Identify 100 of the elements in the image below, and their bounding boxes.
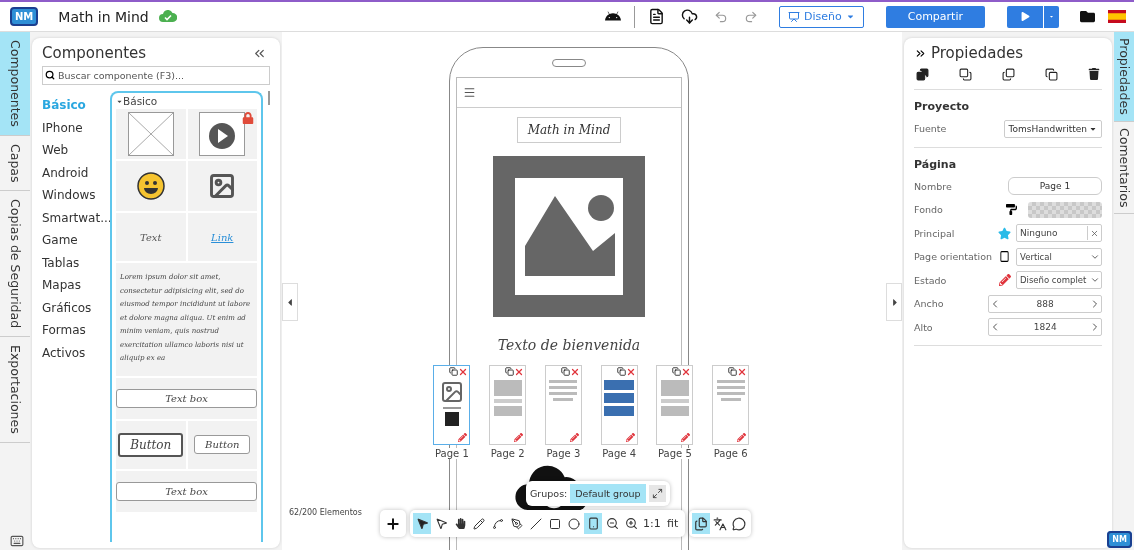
select-arrow-icon [415, 517, 429, 530]
select-arrow-tool[interactable] [413, 513, 431, 534]
font-select[interactable]: TomsHandwritten [1003, 119, 1102, 138]
share-button[interactable]: Compartir [885, 5, 985, 28]
bring-to-front-icon[interactable] [916, 68, 929, 81]
category-item[interactable]: Gráficos [42, 296, 110, 319]
close-icon [1090, 228, 1099, 238]
star-icon [998, 226, 1011, 240]
close-icon[interactable] [458, 367, 469, 377]
play-button[interactable] [1007, 5, 1043, 28]
phone-icon [586, 517, 600, 530]
zoom-reset-button[interactable]: 1:1 [641, 513, 663, 534]
category-item[interactable]: Game [42, 229, 110, 252]
copy-icon[interactable] [560, 367, 570, 377]
image-placeholder-icon[interactable] [127, 112, 174, 156]
cloud-download-icon [681, 8, 698, 25]
category-item[interactable]: Tablas [42, 251, 110, 274]
folder-icon [1080, 9, 1095, 24]
copy-icon[interactable] [449, 367, 459, 377]
button-component[interactable]: Button [118, 432, 184, 457]
group-title[interactable]: Básico [116, 95, 257, 107]
category-item[interactable]: Windows [42, 184, 110, 207]
side-tab[interactable]: Componentes [0, 32, 30, 136]
text-component[interactable]: Text [140, 231, 162, 243]
side-tab[interactable]: Propiedades [1114, 32, 1134, 122]
copy-icon[interactable] [505, 367, 515, 377]
page-thumbnail[interactable] [489, 365, 527, 445]
property-label: Ancho [914, 298, 945, 310]
close-icon[interactable] [737, 367, 748, 377]
curve-icon [492, 517, 504, 530]
expand-left-button[interactable] [282, 283, 298, 321]
color-swatch[interactable] [1028, 201, 1102, 218]
duplicate-icon[interactable] [1045, 68, 1058, 81]
side-tab[interactable]: Copias de Seguridad [0, 191, 30, 338]
category-item[interactable]: Activos [42, 341, 110, 364]
close-icon[interactable] [625, 367, 636, 377]
copy-icon[interactable] [672, 367, 682, 377]
image-icon[interactable] [208, 172, 237, 200]
design-button[interactable]: Diseño [779, 5, 864, 28]
status-dropdown[interactable]: Diseño complet [1016, 271, 1102, 290]
pencil-icon [514, 433, 524, 442]
search-field[interactable]: Buscar componente (F3)... [42, 66, 270, 85]
zoom-out-icon [605, 517, 619, 530]
page-preview-drawing [493, 380, 522, 416]
circle-icon [568, 517, 580, 530]
text-box-component[interactable]: Text box [116, 481, 257, 501]
send-backward-icon[interactable] [1002, 68, 1015, 81]
text-box-component[interactable]: Text box [116, 388, 257, 408]
master-field[interactable]: Ninguno [1016, 224, 1102, 243]
category-item[interactable]: Smartwat... [42, 206, 110, 229]
spain-flag-icon[interactable] [1108, 10, 1126, 23]
rectangle-icon [549, 517, 561, 530]
keyboard-icon[interactable] [10, 534, 24, 548]
pencil-icon [625, 433, 635, 442]
hamburger-menu-icon[interactable] [463, 86, 476, 99]
page-thumbnail[interactable] [600, 365, 638, 445]
category-item[interactable]: IPhone [42, 116, 110, 139]
property-label: Fuente [914, 123, 948, 135]
name-field[interactable]: Page 1 [1008, 177, 1102, 196]
orientation-dropdown[interactable]: Vertical [1016, 247, 1102, 266]
category-item[interactable]: Mapas [42, 274, 110, 297]
close-icon[interactable] [514, 367, 525, 377]
pages-tool[interactable] [691, 513, 710, 534]
category-item[interactable]: Formas [42, 319, 110, 342]
side-tab[interactable]: Exportaciones [0, 337, 30, 444]
zoom-fit-button[interactable]: fit [663, 513, 682, 534]
page-thumbnail[interactable] [433, 365, 471, 445]
folder-button[interactable] [1077, 9, 1098, 24]
expand-button[interactable] [648, 485, 666, 502]
copy-icon[interactable] [728, 367, 738, 377]
close-icon[interactable] [681, 367, 692, 377]
side-tab[interactable]: Comentarios [1114, 121, 1134, 215]
expand-right-button[interactable] [886, 283, 902, 321]
trash-icon[interactable] [1088, 68, 1100, 81]
play-dropdown[interactable] [1043, 5, 1059, 28]
element-count: 62/200 Elementos [289, 508, 362, 517]
phone-tool[interactable] [584, 513, 602, 534]
video-player-icon[interactable] [199, 112, 246, 156]
category-item[interactable]: Web [42, 139, 110, 162]
close-icon[interactable] [569, 367, 580, 377]
caret-icon [845, 12, 855, 21]
bring-forward-icon[interactable] [959, 68, 972, 81]
panel-title: Componentes [42, 44, 147, 62]
redo-icon [744, 9, 758, 24]
category-item[interactable]: Android [42, 161, 110, 184]
project-title: Math in Mind [58, 8, 149, 25]
cloud-check-icon [158, 10, 177, 23]
page-thumbnail[interactable] [712, 365, 750, 445]
page-thumbnail[interactable] [656, 365, 694, 445]
button-component[interactable]: Button [194, 435, 251, 454]
side-tab[interactable]: Capas [0, 135, 30, 192]
page-thumbnail[interactable] [544, 365, 582, 445]
app-logo: NM [10, 7, 39, 26]
line-icon [530, 517, 542, 530]
pointer-icon [434, 517, 448, 530]
copy-icon[interactable] [616, 367, 626, 377]
group-button[interactable]: Default group [570, 484, 646, 503]
page-preview-drawing [549, 380, 578, 401]
smiley-icon[interactable] [136, 172, 165, 200]
hand-icon [454, 518, 466, 529]
